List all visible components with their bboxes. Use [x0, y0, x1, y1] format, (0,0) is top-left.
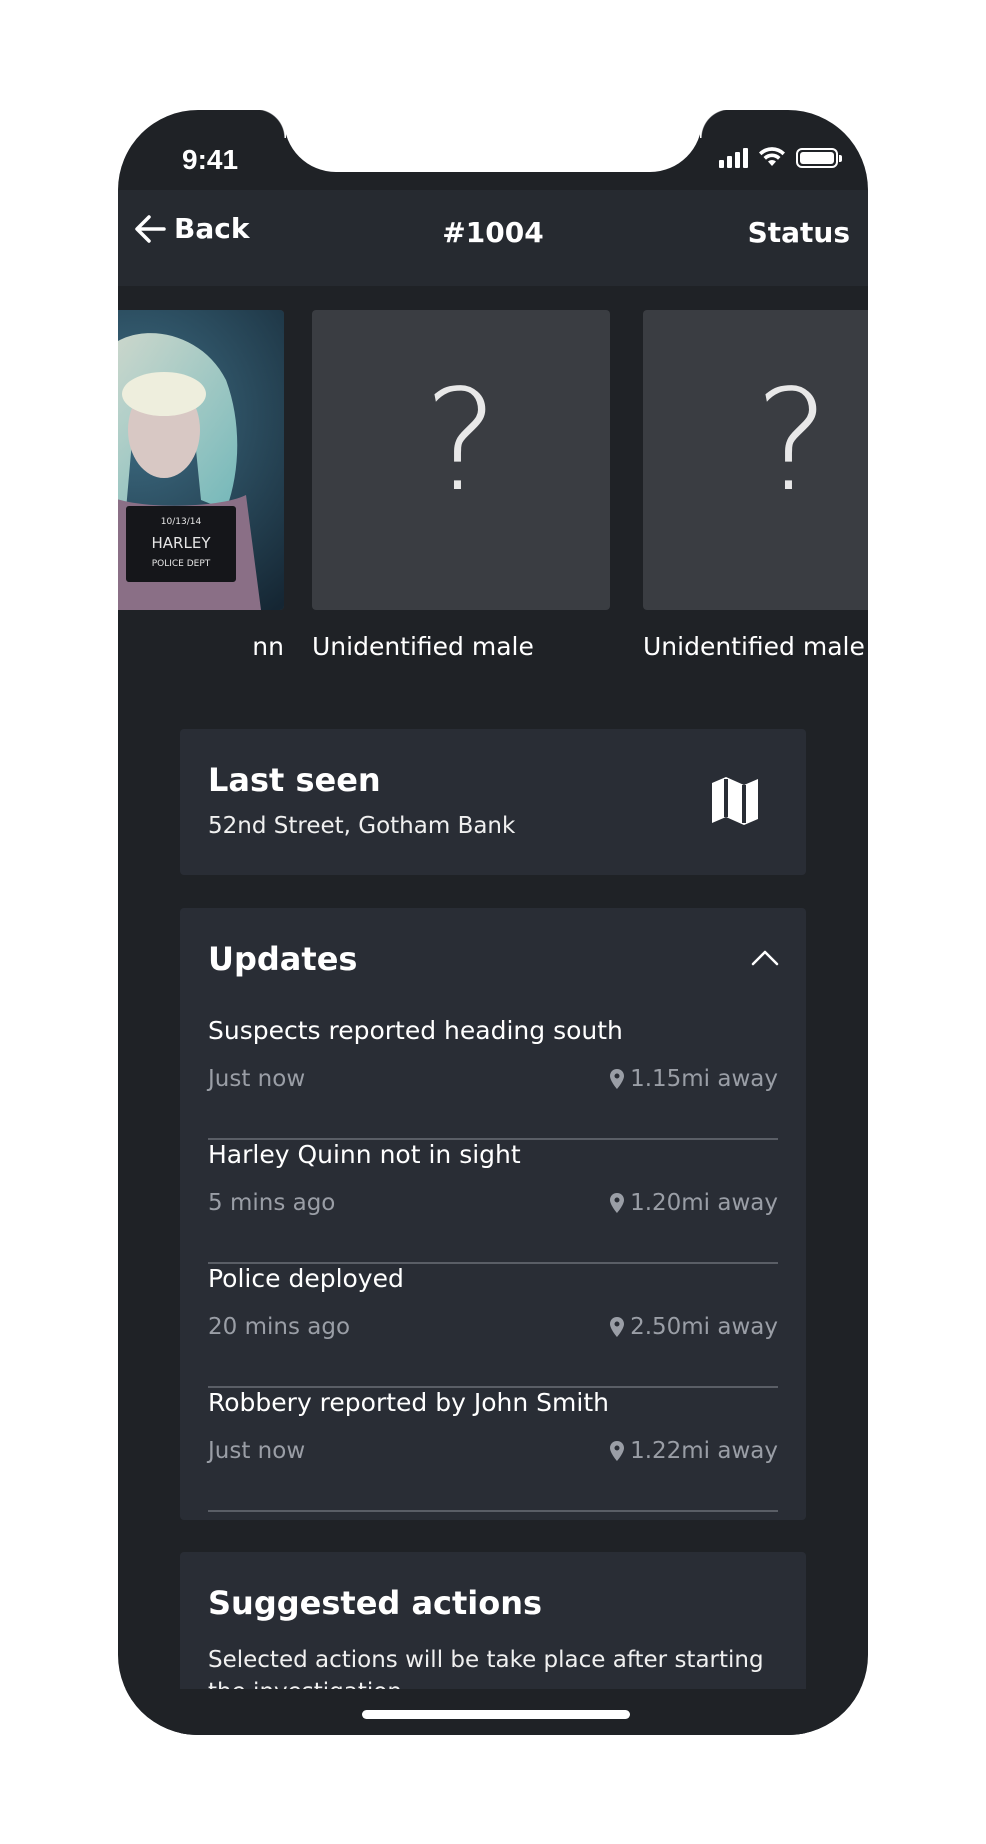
update-distance-label: 1.15mi away: [630, 1066, 778, 1092]
list-item[interactable]: Harley Quinn not in sight 5 mins ago 1.2…: [208, 1140, 778, 1264]
mugshot-dept: POLICE DEPT: [152, 559, 211, 569]
suspect-name: Unidentified male: [312, 632, 534, 661]
update-distance: 2.50mi away: [610, 1314, 778, 1340]
home-indicator[interactable]: [362, 1710, 630, 1719]
suggested-actions-title: Suggested actions: [208, 1584, 543, 1622]
status-button[interactable]: Status: [748, 216, 850, 249]
last-seen-location: 52nd Street, Gotham Bank: [208, 813, 516, 839]
update-text: Harley Quinn not in sight: [208, 1140, 521, 1169]
last-seen-title: Last seen: [208, 761, 381, 799]
status-time: 9:41: [182, 144, 239, 175]
update-time: Just now: [208, 1438, 306, 1464]
unknown-suspect-placeholder: ?: [312, 310, 610, 610]
question-mark-icon: ?: [754, 360, 830, 523]
suspect-card[interactable]: ? Unidentified male: [312, 310, 610, 661]
unknown-suspect-placeholder: ?: [643, 310, 868, 610]
location-pin-icon: [610, 1441, 625, 1461]
location-pin-icon: [610, 1193, 625, 1213]
list-item[interactable]: Suspects reported heading south Just now…: [208, 1016, 778, 1140]
update-time: 5 mins ago: [208, 1190, 336, 1216]
list-item[interactable]: Robbery reported by John Smith Just now …: [208, 1388, 778, 1512]
notch: [256, 110, 730, 172]
phone-frame: 9:41 Back #1004 Status 10/13/14 HARLEY P…: [118, 110, 868, 1735]
update-time: Just now: [208, 1066, 306, 1092]
update-text: Police deployed: [208, 1264, 404, 1293]
location-pin-icon: [610, 1069, 625, 1089]
mugshot-name: HARLEY: [152, 534, 212, 552]
battery-icon: [796, 148, 842, 168]
update-text: Robbery reported by John Smith: [208, 1388, 609, 1417]
update-time: 20 mins ago: [208, 1314, 351, 1340]
suspect-card[interactable]: 10/13/14 HARLEY POLICE DEPT nn: [118, 310, 284, 661]
signal-icon: [719, 146, 748, 168]
update-distance-label: 1.22mi away: [630, 1438, 778, 1464]
chevron-up-icon[interactable]: [750, 946, 780, 968]
update-distance: 1.15mi away: [610, 1066, 778, 1092]
updates-list: Suspects reported heading south Just now…: [208, 1016, 778, 1512]
map-icon[interactable]: [710, 775, 760, 827]
update-distance-label: 2.50mi away: [630, 1314, 778, 1340]
last-seen-card[interactable]: Last seen 52nd Street, Gotham Bank: [180, 729, 806, 875]
suspect-carousel[interactable]: 10/13/14 HARLEY POLICE DEPT nn ? Unident…: [118, 310, 868, 690]
suspect-card[interactable]: ? Unidentified male: [643, 310, 868, 661]
mugshot-date: 10/13/14: [161, 517, 202, 527]
update-distance: 1.20mi away: [610, 1190, 778, 1216]
update-text: Suspects reported heading south: [208, 1016, 623, 1045]
location-pin-icon: [610, 1317, 625, 1337]
list-item[interactable]: Police deployed 20 mins ago 2.50mi away: [208, 1264, 778, 1388]
updates-title: Updates: [208, 940, 358, 978]
update-distance: 1.22mi away: [610, 1438, 778, 1464]
wifi-icon: [759, 147, 785, 166]
mugshot-photo: 10/13/14 HARLEY POLICE DEPT: [118, 310, 284, 610]
question-mark-icon: ?: [423, 360, 499, 523]
suspect-name: Unidentified male: [643, 632, 865, 661]
nav-bar: Back #1004 Status: [118, 190, 868, 286]
suspect-name: nn: [252, 632, 284, 661]
status-icons: [719, 146, 842, 168]
updates-card: Updates Suspects reported heading south …: [180, 908, 806, 1520]
update-distance-label: 1.20mi away: [630, 1190, 778, 1216]
